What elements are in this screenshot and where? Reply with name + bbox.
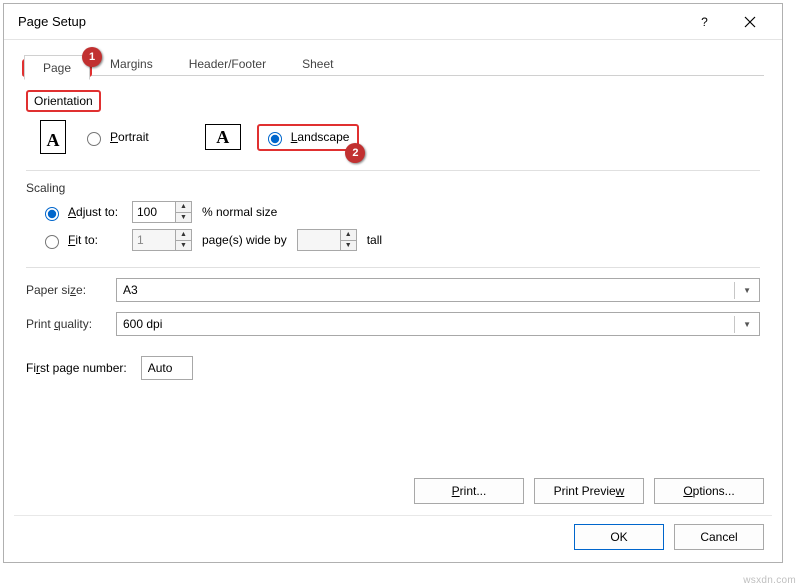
fit-wide-up[interactable]: ▲ xyxy=(176,230,191,241)
portrait-label: Portrait xyxy=(110,130,149,144)
ok-button[interactable]: OK xyxy=(574,524,664,550)
adjust-radio[interactable]: Adjust to: xyxy=(40,204,122,221)
options-button[interactable]: Options... xyxy=(654,478,764,504)
first-page-label: First page number: xyxy=(26,361,127,375)
footer-separator xyxy=(14,515,772,516)
landscape-icon: A xyxy=(205,124,241,150)
tab-strip: Page 1 Margins Header/Footer Sheet xyxy=(22,48,764,76)
adjust-spin-down[interactable]: ▼ xyxy=(176,213,191,223)
page-setup-dialog: Page Setup ? Page 1 Margins Header/Foote… xyxy=(3,3,783,563)
fit-wide-spinner[interactable]: ▲▼ xyxy=(132,229,192,251)
print-preview-button[interactable]: Print Preview xyxy=(534,478,644,504)
tab-content: Orientation A Portrait A Landscape 2 Sca… xyxy=(4,76,782,400)
fit-mid-label: page(s) wide by xyxy=(202,233,287,247)
fit-tall-up[interactable]: ▲ xyxy=(341,230,356,241)
fit-wide-input[interactable] xyxy=(133,230,175,250)
orientation-group-label: Orientation xyxy=(26,90,101,112)
close-button[interactable] xyxy=(727,4,772,40)
orientation-row: A Portrait A Landscape 2 xyxy=(26,120,760,154)
tab-margins[interactable]: Margins xyxy=(92,52,171,75)
scaling-group: Scaling Adjust to: ▲▼ % normal size Fit … xyxy=(26,181,760,251)
print-button[interactable]: Print... xyxy=(414,478,524,504)
dialog-title: Page Setup xyxy=(14,14,682,29)
cancel-button[interactable]: Cancel xyxy=(674,524,764,550)
fit-radio-input[interactable] xyxy=(45,235,59,249)
portrait-radio[interactable]: Portrait xyxy=(82,129,149,146)
adjust-spinner[interactable]: ▲▼ xyxy=(132,201,192,223)
close-icon xyxy=(744,16,756,28)
tab-sheet[interactable]: Sheet xyxy=(284,52,351,75)
portrait-radio-input[interactable] xyxy=(87,132,101,146)
landscape-label: Landscape xyxy=(291,130,350,144)
fit-label: Fit to: xyxy=(68,233,98,247)
annotation-badge-1: 1 xyxy=(82,47,102,67)
paper-size-row: Paper size: A3 ▼ xyxy=(26,278,760,302)
print-quality-value: 600 dpi xyxy=(123,317,162,331)
paper-size-label: Paper size: xyxy=(26,283,104,297)
adjust-label: Adjust to: xyxy=(68,205,118,219)
fit-radio[interactable]: Fit to: xyxy=(40,232,122,249)
print-quality-combo[interactable]: 600 dpi ▼ xyxy=(116,312,760,336)
adjust-radio-input[interactable] xyxy=(45,207,59,221)
fit-tall-spinner[interactable]: ▲▼ xyxy=(297,229,357,251)
help-button[interactable]: ? xyxy=(682,4,727,40)
paper-size-combo[interactable]: A3 ▼ xyxy=(116,278,760,302)
dialog-buttons: OK Cancel xyxy=(574,524,764,550)
fit-suffix: tall xyxy=(367,233,382,247)
tab-page[interactable]: Page xyxy=(24,55,90,80)
annotation-badge-2: 2 xyxy=(345,143,365,163)
action-buttons: Print... Print Preview Options... xyxy=(414,478,764,504)
first-page-row: First page number: xyxy=(26,356,760,380)
landscape-radio[interactable]: Landscape xyxy=(263,129,350,146)
fit-tall-input[interactable] xyxy=(298,230,340,250)
print-quality-row: Print quality: 600 dpi ▼ xyxy=(26,312,760,336)
paper-size-value: A3 xyxy=(123,283,138,297)
landscape-radio-input[interactable] xyxy=(268,132,282,146)
scaling-label: Scaling xyxy=(26,181,65,195)
first-page-input[interactable] xyxy=(141,356,193,380)
adjust-value-input[interactable] xyxy=(133,202,175,222)
adjust-spin-up[interactable]: ▲ xyxy=(176,202,191,213)
chevron-down-icon: ▼ xyxy=(734,282,753,299)
portrait-icon: A xyxy=(40,120,66,154)
tab-header-footer[interactable]: Header/Footer xyxy=(171,52,284,75)
fit-wide-down[interactable]: ▼ xyxy=(176,241,191,251)
fit-tall-down[interactable]: ▼ xyxy=(341,241,356,251)
watermark: wsxdn.com xyxy=(743,575,796,586)
adjust-suffix: % normal size xyxy=(202,205,277,219)
print-quality-label: Print quality: xyxy=(26,317,104,331)
title-bar: Page Setup ? xyxy=(4,4,782,40)
chevron-down-icon: ▼ xyxy=(734,316,753,333)
